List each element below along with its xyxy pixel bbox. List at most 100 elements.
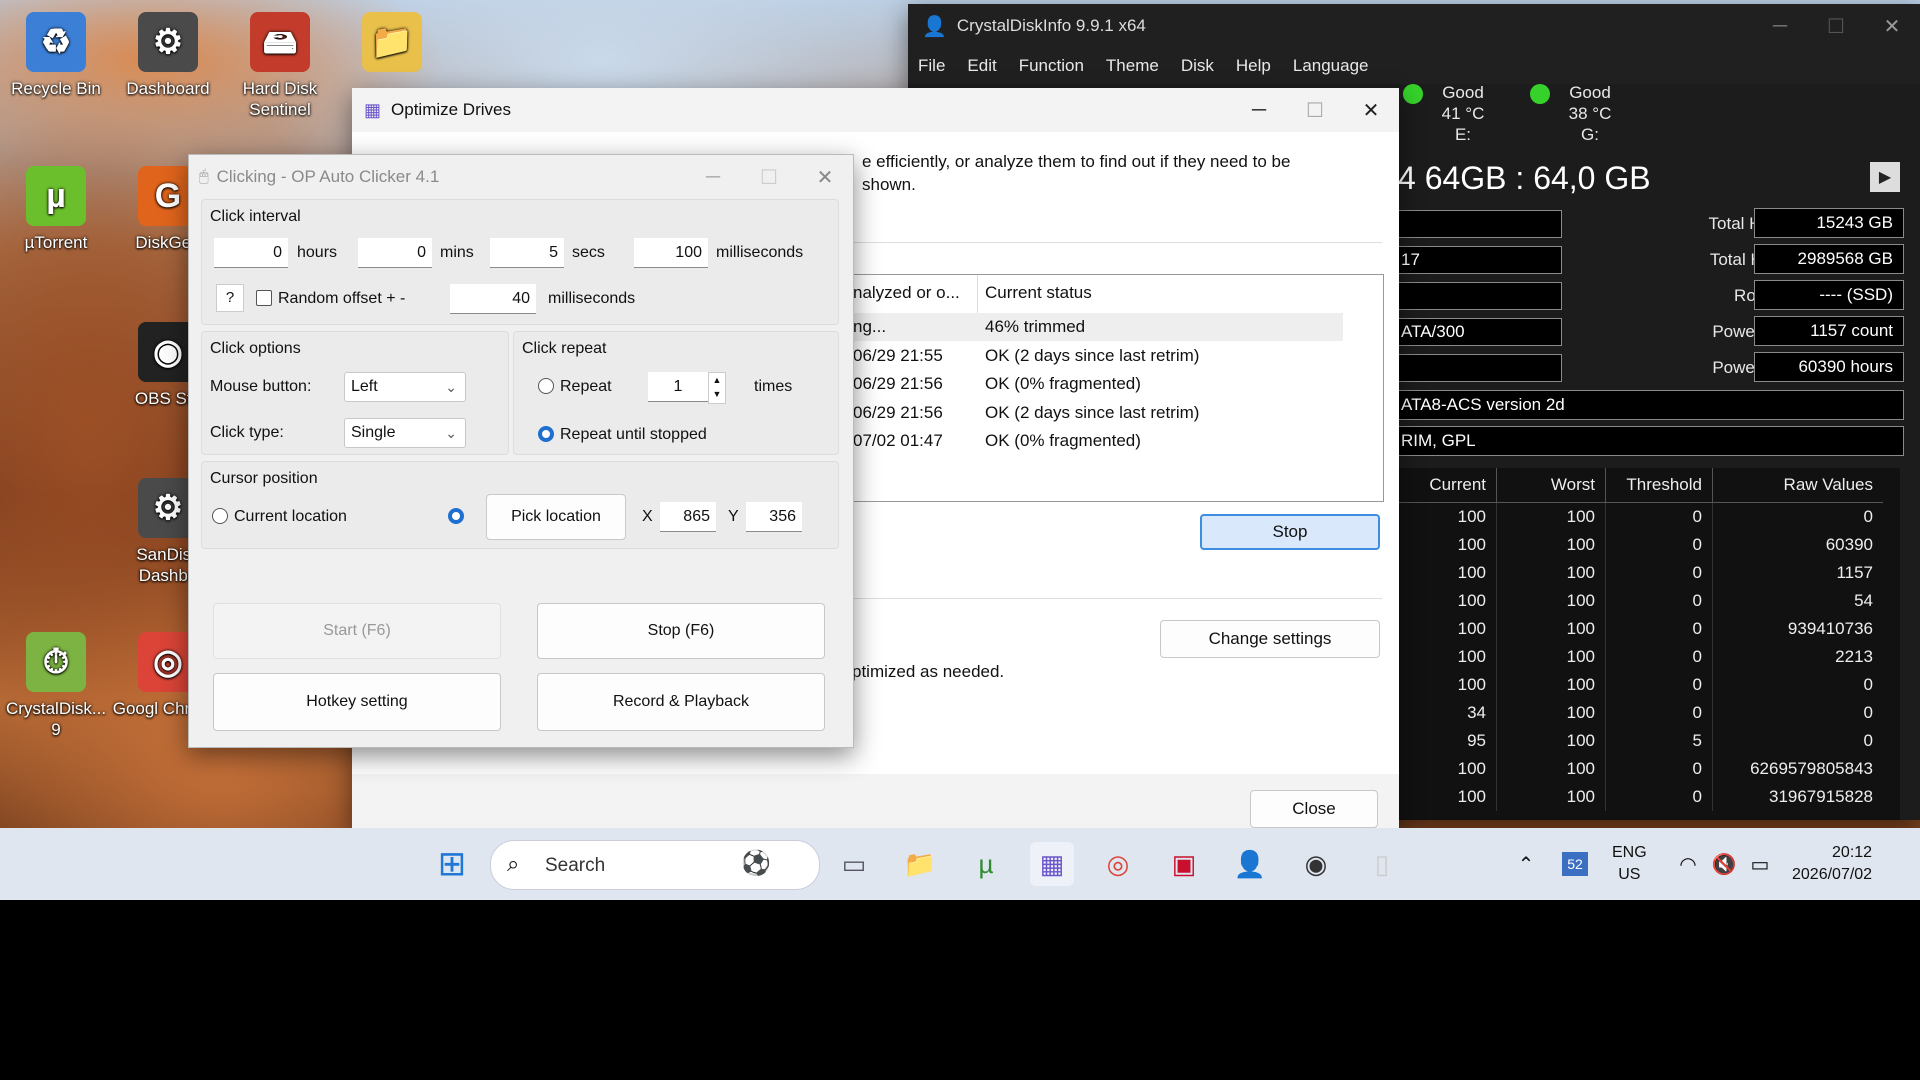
column-header-raw-values[interactable]: Raw Values	[1712, 468, 1883, 503]
hotkey-setting-button[interactable]: Hotkey setting	[213, 673, 501, 731]
smart-row[interactable]: 100 100 0 939410736	[1398, 615, 1883, 643]
record-playback-button[interactable]: Record & Playback	[537, 673, 825, 731]
taskbar-search[interactable]: ⌕ Search ⚽	[490, 840, 820, 890]
smart-row[interactable]: 100 100 0 1157	[1398, 559, 1883, 587]
maximize-icon[interactable]: ☐	[1287, 88, 1343, 132]
maximize-icon[interactable]: ☐	[1808, 4, 1864, 48]
y-coordinate-input[interactable]: 356	[746, 502, 802, 532]
chevron-up-icon[interactable]: ⌃	[1504, 842, 1548, 886]
start-button[interactable]: Start (F6)	[213, 603, 501, 659]
language-indicator[interactable]: ENG US	[1612, 842, 1647, 886]
mouse-button-select[interactable]: Left ⌄	[344, 372, 466, 402]
close-icon[interactable]: ✕	[1864, 4, 1920, 48]
mins-input[interactable]: 0	[358, 238, 432, 268]
drive-row[interactable]: 06/29 21:55 OK (2 days since last retrim)	[853, 342, 1343, 370]
current-location-radio[interactable]	[212, 508, 228, 524]
chrome-icon[interactable]: ◎	[1096, 842, 1140, 886]
drive-g-status[interactable]: Good 38 °C G:	[1530, 82, 1650, 145]
smart-cell: 0	[1605, 783, 1713, 811]
desktop-icon-glyph: µ	[26, 166, 86, 226]
battery-icon[interactable]: ▭	[1738, 842, 1782, 886]
click-type-select[interactable]: Single ⌄	[344, 418, 466, 448]
stop-button[interactable]: Stop (F6)	[537, 603, 825, 659]
repeat-radio[interactable]	[538, 378, 554, 394]
column-header-threshold[interactable]: Threshold	[1605, 468, 1713, 503]
next-disk-icon[interactable]: ▶	[1870, 162, 1900, 192]
info-field-3	[1398, 282, 1562, 310]
desktop-icon[interactable]: µ µTorrent	[0, 166, 112, 253]
repeat-until-stopped-radio[interactable]	[538, 426, 554, 442]
hours-input[interactable]: 0	[214, 238, 288, 268]
repeat-times-input[interactable]: 1	[648, 372, 708, 402]
repeat-stepper[interactable]: ▲ ▼	[708, 372, 726, 404]
optimize-drives-titlebar[interactable]: ▦ Optimize Drives ─ ☐ ✕	[352, 88, 1399, 132]
drive-row[interactable]: ng... 46% trimmed	[853, 313, 1343, 341]
minimize-icon[interactable]: ─	[685, 155, 741, 199]
smart-row[interactable]: 100 100 0 0	[1398, 671, 1883, 699]
desktop-icon[interactable]: 🖴 Hard Disk Sentinel	[224, 12, 336, 120]
task-view-icon[interactable]: ▭	[832, 842, 876, 886]
column-header-current-status[interactable]: Current status	[985, 283, 1092, 303]
menu-function[interactable]: Function	[1019, 56, 1084, 76]
weather-badge[interactable]: 52	[1562, 852, 1588, 876]
stop-button[interactable]: Stop	[1200, 514, 1380, 550]
column-header-last-analyzed[interactable]: nalyzed or o...	[853, 283, 960, 303]
smart-cell: 939410736	[1787, 619, 1873, 638]
secs-input[interactable]: 5	[490, 238, 564, 268]
help-button[interactable]: ?	[216, 284, 244, 312]
smart-row[interactable]: 95 100 5 0	[1398, 727, 1883, 755]
column-header-current[interactable]: Current	[1398, 468, 1497, 503]
milliseconds-input[interactable]: 100	[634, 238, 708, 268]
random-offset-checkbox[interactable]	[256, 290, 272, 306]
menu-edit[interactable]: Edit	[967, 56, 996, 76]
chevron-up-icon[interactable]: ▲	[709, 373, 725, 387]
minimize-icon[interactable]: ─	[1231, 88, 1287, 132]
random-offset-input[interactable]: 40	[450, 284, 536, 314]
pick-location-button[interactable]: Pick location	[486, 494, 626, 540]
smart-cell: 100	[1496, 755, 1606, 783]
minimize-icon[interactable]: ─	[1752, 4, 1808, 48]
desktop-icon[interactable]: ⚙ Dashboard	[112, 12, 224, 99]
drive-row[interactable]: 06/29 21:56 OK (2 days since last retrim)	[853, 399, 1343, 427]
smart-row[interactable]: 100 100 0 0	[1398, 502, 1883, 531]
crystaldiskinfo-icon[interactable]: 👤	[1228, 842, 1272, 886]
maximize-icon[interactable]: ☐	[741, 155, 797, 199]
file-explorer-icon[interactable]: 📁	[898, 842, 942, 886]
start-icon[interactable]: ⊞	[430, 842, 474, 886]
crystaldiskinfo-titlebar[interactable]: 👤 CrystalDiskInfo 9.9.1 x64 ─ ☐ ✕	[908, 4, 1920, 48]
drive-list[interactable]: nalyzed or o... Current status ng... 46% …	[852, 274, 1384, 502]
x-coordinate-input[interactable]: 865	[660, 502, 716, 532]
desktop-icon[interactable]: ⏱ CrystalDisk... 9	[0, 632, 112, 740]
hard-disk-sentinel-icon[interactable]: ▣	[1162, 842, 1206, 886]
drive-e-status[interactable]: Good 41 °C E:	[1403, 82, 1523, 145]
close-button[interactable]: Close	[1250, 790, 1378, 828]
menu-file[interactable]: File	[918, 56, 945, 76]
menu-theme[interactable]: Theme	[1106, 56, 1159, 76]
smart-row[interactable]: 34 100 0 0	[1398, 699, 1883, 727]
desktop-icon[interactable]: 📁	[336, 12, 448, 78]
mouse-icon[interactable]: ▯	[1360, 842, 1404, 886]
smart-row[interactable]: 100 100 0 60390	[1398, 531, 1883, 559]
auto-clicker-titlebar[interactable]: 🖱 Clicking - OP Auto Clicker 4.1 ─ ☐ ✕	[189, 155, 853, 199]
close-icon[interactable]: ✕	[797, 155, 853, 199]
smart-row[interactable]: 100 100 0 2213	[1398, 643, 1883, 671]
obs-icon[interactable]: ◉	[1294, 842, 1338, 886]
repeat-label: Repeat	[560, 378, 612, 395]
defrag-taskbar-icon[interactable]: ▦	[1030, 842, 1074, 886]
utorrent-icon[interactable]: µ	[964, 842, 1008, 886]
smart-row[interactable]: 100 100 0 31967915828	[1398, 783, 1883, 811]
smart-row[interactable]: 100 100 0 6269579805843	[1398, 755, 1883, 783]
desktop-icon[interactable]: ♻ Recycle Bin	[0, 12, 112, 99]
change-settings-button[interactable]: Change settings	[1160, 620, 1380, 658]
smart-row[interactable]: 100 100 0 54	[1398, 587, 1883, 615]
column-header-worst[interactable]: Worst	[1496, 468, 1606, 503]
clock[interactable]: 20:12 2026/07/02	[1792, 842, 1872, 886]
menu-disk[interactable]: Disk	[1181, 56, 1214, 76]
menu-help[interactable]: Help	[1236, 56, 1271, 76]
drive-row[interactable]: 06/29 21:56 OK (0% fragmented)	[853, 370, 1343, 398]
chevron-down-icon[interactable]: ▼	[709, 387, 725, 401]
pick-location-radio[interactable]	[448, 508, 464, 524]
menu-language[interactable]: Language	[1293, 56, 1369, 76]
close-icon[interactable]: ✕	[1343, 88, 1399, 132]
drive-row[interactable]: 07/02 01:47 OK (0% fragmented)	[853, 427, 1343, 455]
